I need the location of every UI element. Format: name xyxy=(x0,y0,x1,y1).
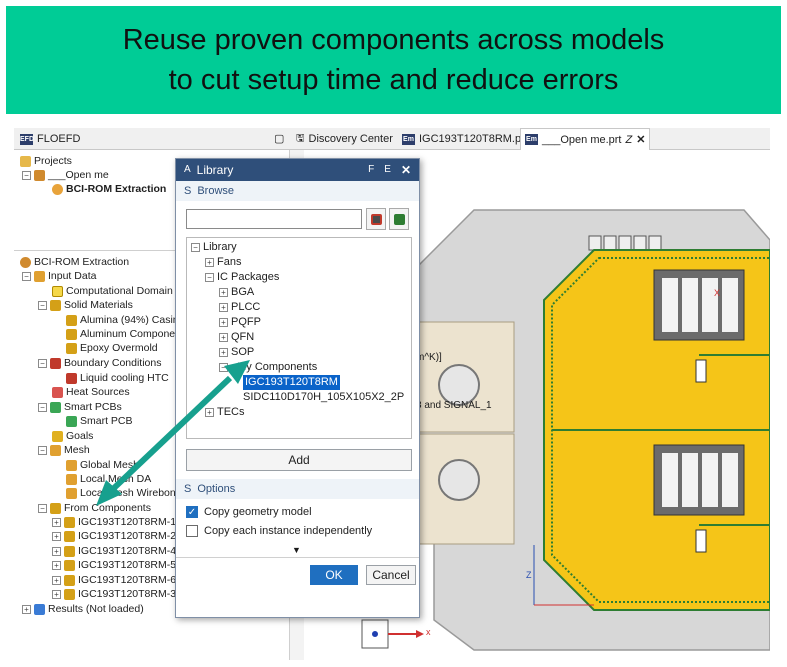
headline-line-2: to cut setup time and reduce errors xyxy=(168,64,619,96)
app-screenshot: EFD FLOEFD ▢ 🖫 Discovery Center Em IGC19… xyxy=(14,128,770,660)
annotation-arrow xyxy=(96,360,250,506)
headline-line-1: Reuse proven components across models xyxy=(122,24,665,56)
headline-banner: Reuse proven components across models to… xyxy=(6,6,781,114)
arrow-shaft xyxy=(111,375,233,491)
